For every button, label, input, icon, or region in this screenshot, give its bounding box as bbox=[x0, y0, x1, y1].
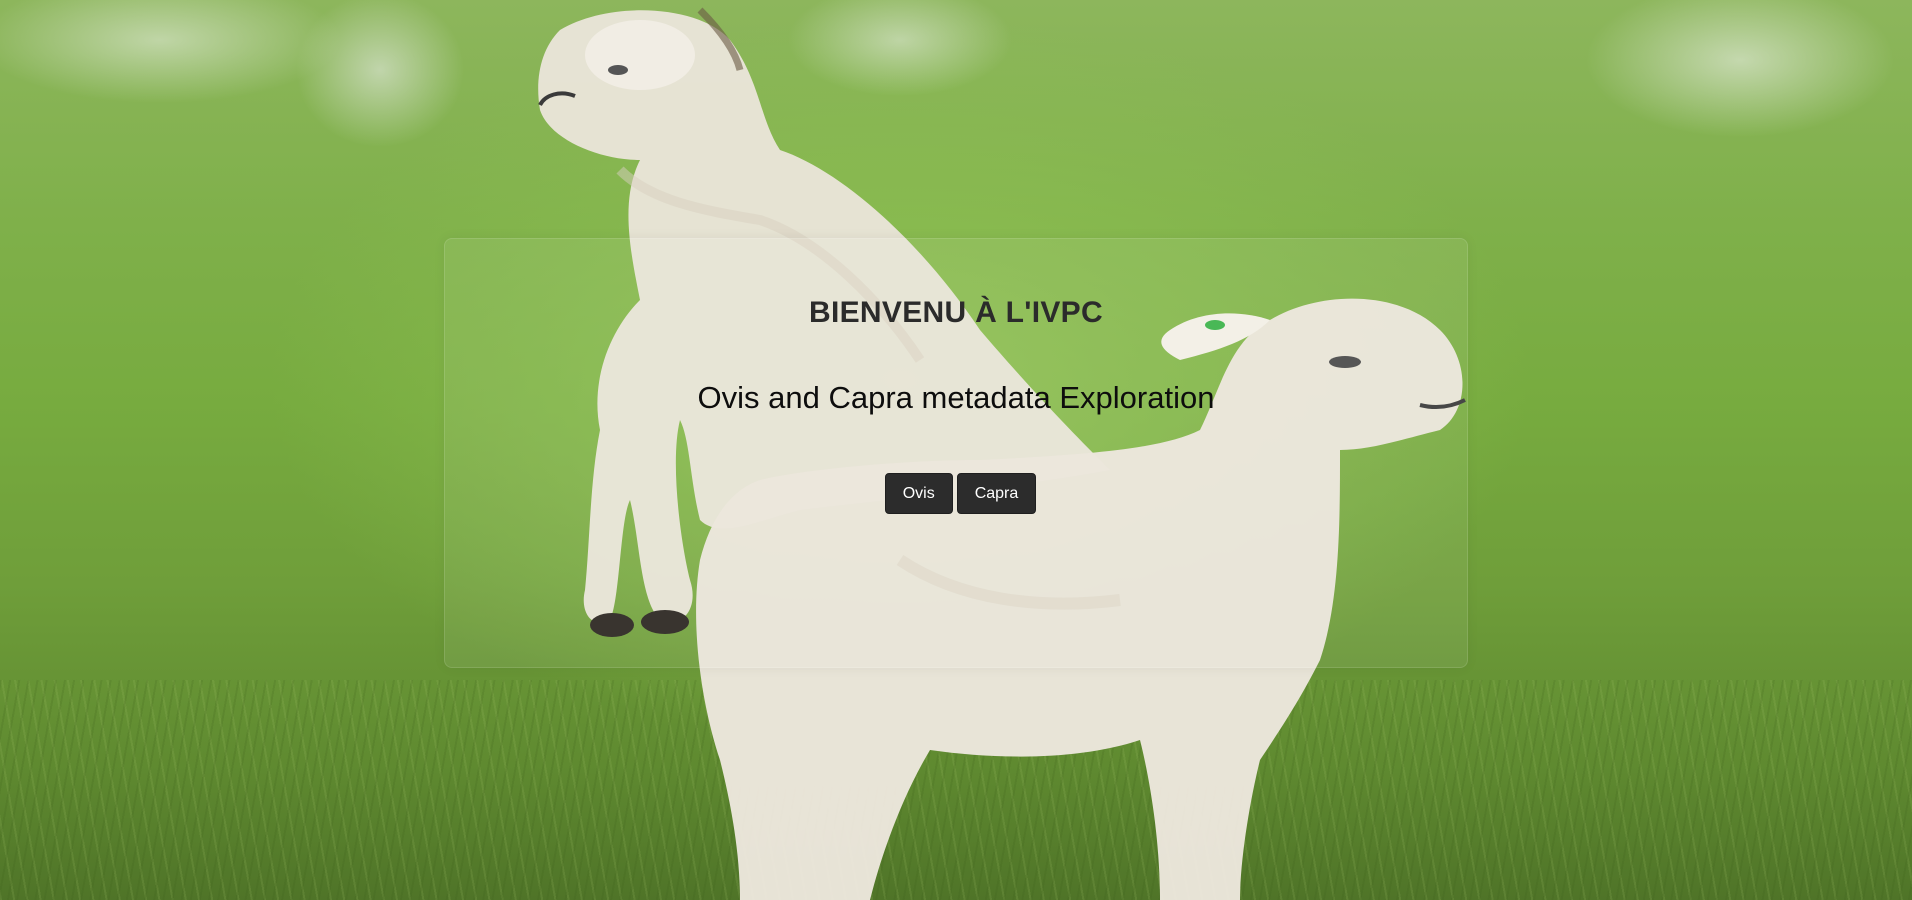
page-subtitle: Ovis and Capra metadata Exploration bbox=[697, 380, 1215, 415]
page-title: BIENVENU À L'IVPC bbox=[809, 296, 1103, 329]
species-button-group: Ovis Capra bbox=[0, 473, 1912, 514]
landing-page: BIENVENU À L'IVPC Ovis and Capra metadat… bbox=[0, 0, 1912, 900]
ovis-button[interactable]: Ovis bbox=[884, 473, 953, 514]
capra-button[interactable]: Capra bbox=[956, 473, 1037, 514]
